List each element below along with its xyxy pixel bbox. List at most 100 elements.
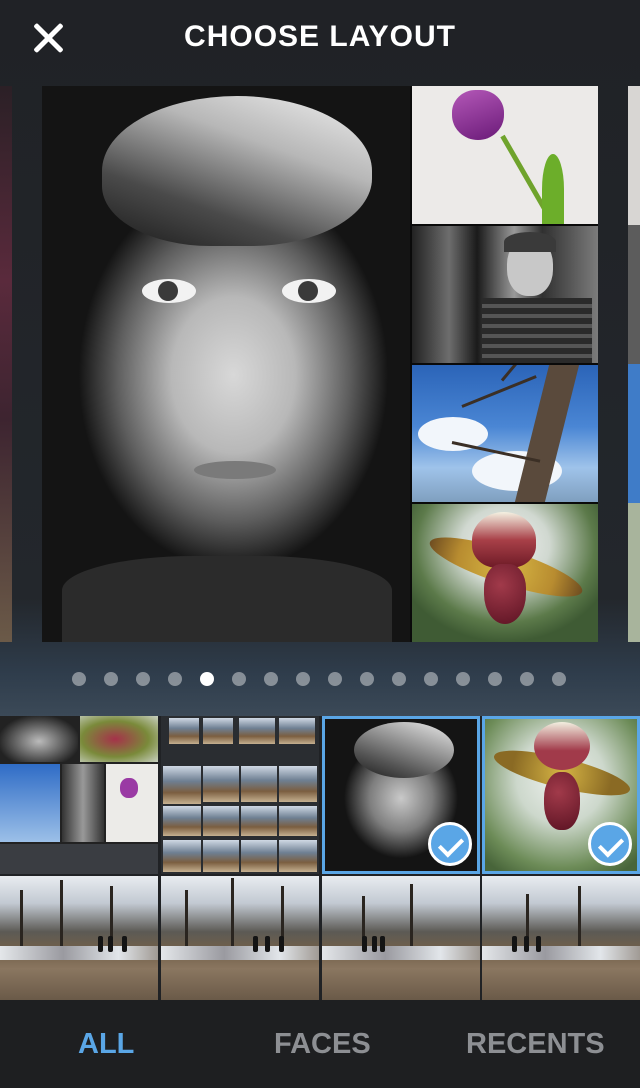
- collage-thumbnail[interactable]: [0, 716, 158, 874]
- page-dot[interactable]: [136, 672, 150, 686]
- thumb-walker: [372, 936, 377, 952]
- page-title: CHOOSE LAYOUT: [184, 20, 456, 53]
- portrait-photo: [42, 86, 410, 642]
- previous-layout-preview[interactable]: [0, 86, 12, 642]
- thumb-walker: [380, 936, 385, 952]
- park-path-thumbnail[interactable]: [322, 876, 480, 1000]
- thumb-walker: [122, 936, 127, 952]
- page-dot[interactable]: [296, 672, 310, 686]
- portrait-shirt: [62, 556, 392, 642]
- thumb-tulip: [106, 764, 158, 842]
- thumb-walker: [108, 936, 113, 952]
- sky-tree-photo: [412, 365, 598, 502]
- portrait-thumbnail[interactable]: [322, 716, 480, 874]
- orchid-thumbnail[interactable]: [482, 716, 640, 874]
- thumb-walker: [362, 936, 367, 952]
- screenshot-thumbnail[interactable]: [161, 716, 319, 874]
- choose-layout-screen: CHOOSE LAYOUT ALL FACES RECENTS: [0, 0, 640, 1088]
- thumb-tile: [279, 806, 317, 836]
- page-dot[interactable]: [264, 672, 278, 686]
- thumb-hair: [354, 722, 454, 778]
- thumb-walker: [279, 936, 284, 952]
- thumb-tile: [203, 766, 239, 802]
- thumb-orchid-pouch: [544, 772, 580, 830]
- page-dot[interactable]: [424, 672, 438, 686]
- thumb-walker: [265, 936, 270, 952]
- thumb-tile: [203, 840, 239, 872]
- park-path-thumbnail[interactable]: [0, 876, 158, 1000]
- thumb-walker: [536, 936, 541, 952]
- tab-bar: ALL FACES RECENTS: [0, 1000, 640, 1088]
- thumb-snow: [322, 946, 480, 960]
- page-dot[interactable]: [232, 672, 246, 686]
- thumb-tile: [279, 840, 317, 872]
- thumb-tile: [203, 806, 239, 836]
- thumb-tile: [279, 766, 317, 802]
- thumb-snow: [161, 946, 319, 960]
- orchid-petal: [472, 512, 536, 568]
- boy-hair: [504, 232, 556, 252]
- preview-tile: [628, 225, 640, 364]
- tab-faces[interactable]: FACES: [274, 1028, 371, 1061]
- tree-branch: [461, 375, 537, 408]
- thumb-snow: [482, 946, 640, 960]
- portrait-eye-left: [142, 279, 196, 303]
- page-dot[interactable]: [72, 672, 86, 686]
- page-indicator: [72, 672, 566, 688]
- page-dot[interactable]: [520, 672, 534, 686]
- tulip-flower: [452, 90, 504, 140]
- thumb-walker: [524, 936, 529, 952]
- page-dot[interactable]: [104, 672, 118, 686]
- page-dot[interactable]: [392, 672, 406, 686]
- portrait-eye-right: [282, 279, 336, 303]
- page-dot[interactable]: [488, 672, 502, 686]
- photo-grid: [0, 716, 640, 1000]
- thumb-toolbar: [0, 844, 158, 874]
- thumb-tile: [241, 766, 277, 802]
- tab-all[interactable]: ALL: [78, 1028, 134, 1061]
- thumb-tile: [163, 806, 201, 836]
- layout-photo-stack: [412, 86, 598, 642]
- page-dot[interactable]: [552, 672, 566, 686]
- thumb-tile: [163, 840, 201, 872]
- thumb-tile: [241, 806, 277, 836]
- boy-in-trees-photo: [412, 226, 598, 363]
- header: CHOOSE LAYOUT: [0, 0, 640, 78]
- portrait-mouth: [194, 461, 276, 479]
- thumb-boy: [62, 764, 104, 842]
- thumb-walker: [512, 936, 517, 952]
- park-path-thumbnail[interactable]: [482, 876, 640, 1000]
- thumb-walker: [98, 936, 103, 952]
- page-dot[interactable]: [328, 672, 342, 686]
- portrait-hair: [102, 96, 372, 246]
- page-dot-active[interactable]: [200, 672, 214, 686]
- thumb-walker: [253, 936, 258, 952]
- preview-tile: [628, 503, 640, 642]
- layout-preview[interactable]: [42, 86, 598, 642]
- preview-tile: [628, 86, 640, 225]
- thumb-tile: [239, 718, 275, 744]
- next-layout-preview[interactable]: [628, 86, 640, 642]
- boy-shirt: [482, 298, 592, 363]
- thumb-tile: [163, 766, 201, 804]
- thumb-tile: [203, 718, 233, 744]
- tree-trunk: [514, 365, 580, 502]
- thumb-snow: [0, 946, 158, 960]
- layout-carousel[interactable]: [0, 86, 640, 642]
- preview-tile: [628, 364, 640, 503]
- checkmark-icon[interactable]: [428, 822, 472, 866]
- thumb-tile: [279, 718, 315, 744]
- thumb-orchid-petal: [534, 722, 590, 770]
- tulip-photo: [412, 86, 598, 224]
- checkmark-icon[interactable]: [588, 822, 632, 866]
- page-dot[interactable]: [360, 672, 374, 686]
- thumb-sky-tree: [0, 764, 60, 842]
- thumb-portrait: [0, 716, 78, 762]
- page-dot[interactable]: [168, 672, 182, 686]
- thumb-tile: [169, 718, 199, 744]
- page-dot[interactable]: [456, 672, 470, 686]
- orchid-photo: [412, 504, 598, 642]
- tulip-leaf: [542, 154, 564, 224]
- park-path-thumbnail[interactable]: [161, 876, 319, 1000]
- tab-recents[interactable]: RECENTS: [466, 1028, 605, 1061]
